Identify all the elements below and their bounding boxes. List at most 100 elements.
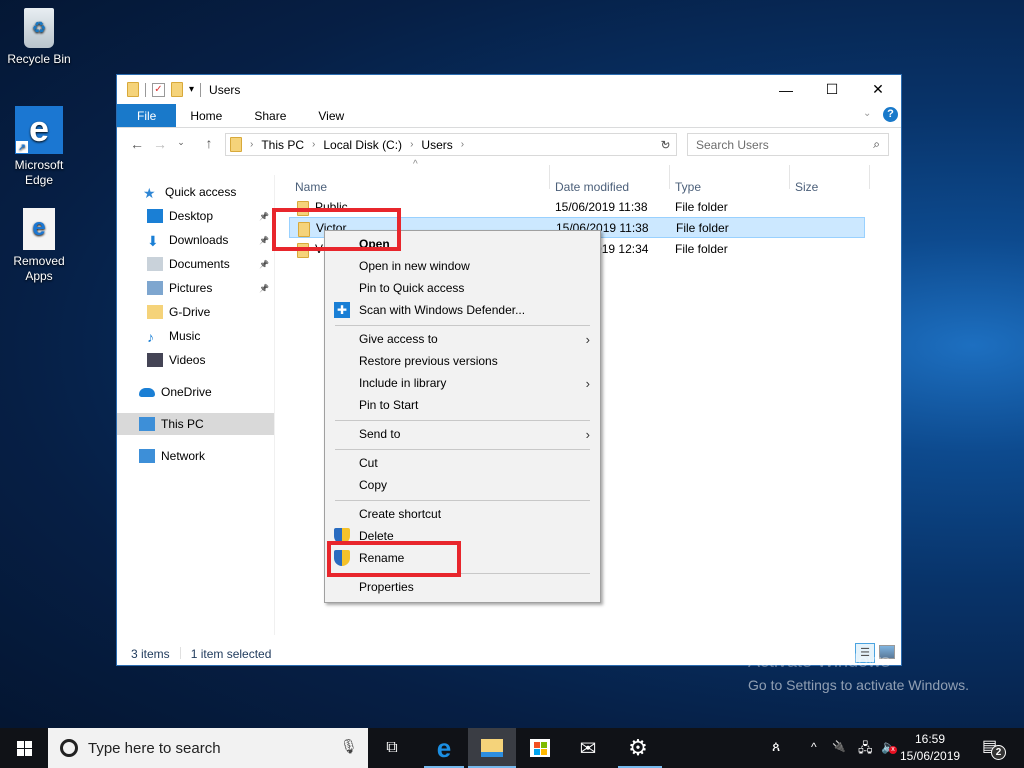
task-view-icon[interactable]: ⧉ [368,728,416,768]
menu-item-label: Open in new window [359,259,470,273]
sort-indicator-icon: ^ [413,159,418,170]
volume-muted-icon[interactable]: 🔈x [881,739,897,755]
folder-drive-icon [147,305,163,319]
menu-separator [335,420,590,421]
address-bar[interactable]: › This PC › Local Disk (C:) › Users › ⌄ [225,133,677,156]
up-button[interactable]: ↑ [199,135,219,151]
menu-item-scan-with-windows-defender[interactable]: ✚ Scan with Windows Defender... [325,299,600,321]
sidebar-item-label: This PC [161,417,204,431]
microphone-icon[interactable]: 🎙 [340,738,358,755]
sidebar-item-g-drive[interactable]: G-Drive [117,301,274,323]
menu-item-open-in-new-window[interactable]: Open in new window [325,255,600,277]
sidebar-item-label: Network [161,449,206,463]
menu-item-properties[interactable]: Properties [325,576,600,598]
windows-logo-icon [16,740,32,756]
menu-item-cut[interactable]: Cut [325,452,600,474]
sidebar-item-music[interactable]: ♪ Music [117,325,274,347]
notification-badge: 2 [991,745,1006,760]
pin-icon[interactable]: 📌 [259,236,269,245]
edge-icon[interactable]: e [420,728,468,768]
menu-separator [335,449,590,450]
recent-locations-button[interactable]: ⌄ [171,137,191,148]
chevron-right-icon: › [585,331,590,347]
annotation-box-victor [272,208,401,251]
expand-ribbon-icon[interactable]: ⌄ [863,108,871,119]
customize-quick-access-icon[interactable]: ▾ [189,84,194,95]
menu-item-label: Scan with Windows Defender... [359,303,526,317]
selection-count: 1 item selected [190,647,272,661]
this-pc-icon [139,417,155,431]
desktop-icon-edge[interactable]: e ↗ Microsoft Edge [1,106,77,188]
pin-icon[interactable]: 📌 [259,212,269,221]
people-icon[interactable]: ጰ [772,738,780,755]
settings-icon[interactable]: ⚙ [614,728,662,768]
breadcrumb-this-pc[interactable]: This PC [261,138,304,152]
star-icon: ★ [143,185,156,201]
sidebar-item-quick-access[interactable]: ★ Quick access [117,181,274,203]
tab-home[interactable]: Home [176,104,238,127]
desktop-icon-recycle-bin[interactable]: ♻ Recycle Bin [1,8,77,67]
sidebar-item-network[interactable]: Network [117,445,274,467]
file-type: File folder [675,241,728,256]
tab-file[interactable]: File [117,104,177,127]
taskbar-search-input[interactable]: Type here to search 🎙 [48,728,368,768]
properties-icon[interactable]: ✓ [152,82,165,97]
refresh-button[interactable]: ↻ [655,133,677,156]
sidebar-item-label: Desktop [169,209,214,223]
tab-view[interactable]: View [302,104,360,127]
breadcrumb-local-disk[interactable]: Local Disk (C:) [323,138,402,152]
file-date: 15/06/2019 11:38 [555,199,648,214]
sidebar-item-videos[interactable]: Videos [117,349,274,371]
start-button[interactable] [0,728,48,768]
minimize-button[interactable]: — [763,75,809,104]
menu-item-label: Restore previous versions [359,354,498,368]
help-icon[interactable]: ? [883,107,898,122]
store-icon[interactable] [516,728,564,768]
folder-icon [230,137,242,152]
sidebar-item-downloads[interactable]: ⬇ Downloads 📌 [117,229,274,251]
edge-icon: e ↗ [15,106,63,154]
menu-item-restore-previous-versions[interactable]: Restore previous versions [325,350,600,372]
desktop-icon [147,209,163,223]
show-hidden-icons-button[interactable]: ^ [811,740,817,754]
sidebar-item-desktop[interactable]: Desktop 📌 [117,205,274,227]
menu-item-create-shortcut[interactable]: Create shortcut [325,503,600,525]
search-input[interactable]: Search Users ⌕ [687,133,889,156]
menu-item-pin-to-start[interactable]: Pin to Start [325,394,600,416]
network-status-icon[interactable]: 🖧 [858,739,873,761]
close-button[interactable]: ✕ [855,75,901,104]
maximize-button[interactable]: ☐ [809,75,855,104]
file-type: File folder [676,220,729,235]
menu-item-give-access-to[interactable]: Give access to › [325,328,600,350]
forward-button[interactable]: → [150,136,170,152]
action-center-button[interactable]: ▤ 2 [982,736,1006,760]
videos-icon [147,353,163,367]
sidebar-item-pictures[interactable]: Pictures 📌 [117,277,274,299]
menu-item-pin-to-quick-access[interactable]: Pin to Quick access [325,277,600,299]
tab-share[interactable]: Share [238,104,302,127]
pictures-icon [147,281,163,295]
sidebar-item-onedrive[interactable]: OneDrive [117,381,274,403]
desktop-icon-removed-apps[interactable]: e Removed Apps [1,208,77,284]
taskbar: Type here to search 🎙 ⧉ e ✉ ⚙ ጰ ^ 🔌 🖧 🔈x… [0,728,1024,768]
sidebar-item-documents[interactable]: Documents 📌 [117,253,274,275]
sidebar-item-this-pc[interactable]: This PC [117,413,274,435]
menu-item-copy[interactable]: Copy [325,474,600,496]
menu-item-send-to[interactable]: Send to › [325,423,600,445]
menu-item-include-in-library[interactable]: Include in library › [325,372,600,394]
new-folder-icon[interactable] [171,82,183,97]
defender-icon: ✚ [334,302,350,318]
back-button[interactable]: ← [127,136,147,152]
mail-icon[interactable]: ✉ [564,728,612,768]
clock[interactable]: 16:59 15/06/2019 [900,731,960,765]
menu-item-label: Cut [359,456,378,470]
menu-item-label: Send to [359,427,401,441]
pin-icon[interactable]: 📌 [259,284,269,293]
network-icon [139,449,155,463]
item-count: 3 items [131,647,170,661]
power-icon[interactable]: 🔌 [832,740,846,753]
menu-item-label: Include in library [359,376,447,390]
pin-icon[interactable]: 📌 [259,260,269,269]
breadcrumb-users[interactable]: Users [421,138,452,152]
file-explorer-icon[interactable] [468,728,516,768]
